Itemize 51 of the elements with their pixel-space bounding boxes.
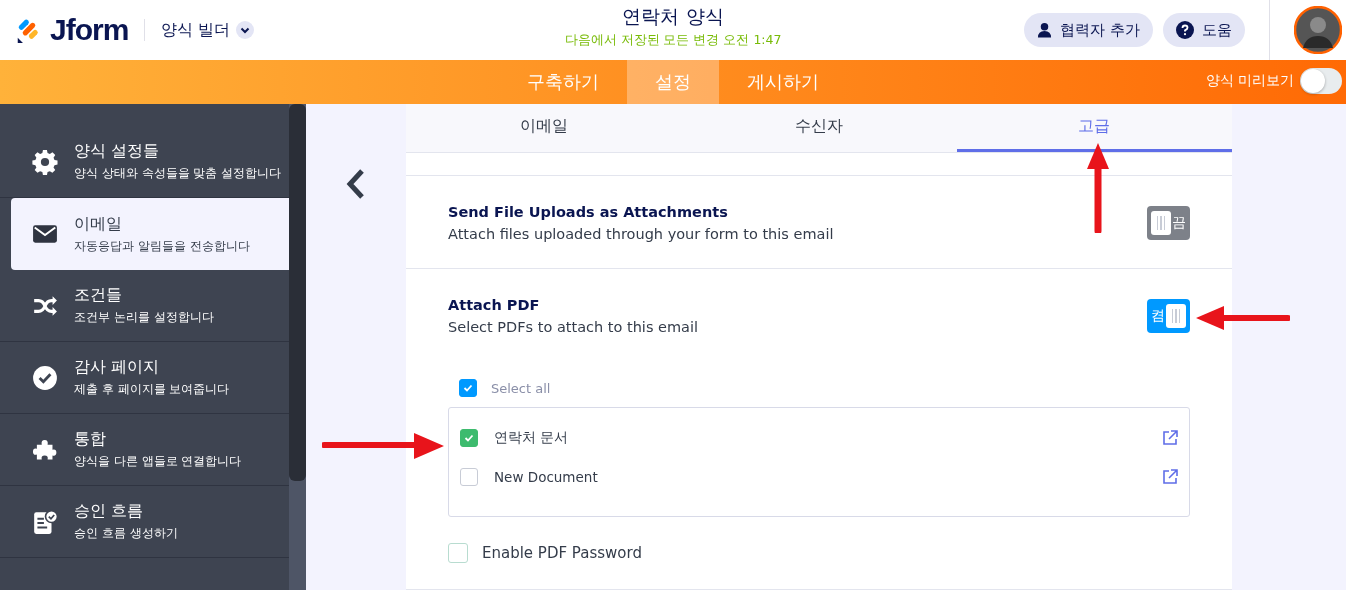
sidebar-item-title: 통합: [74, 429, 107, 450]
gear-icon: [32, 148, 58, 175]
help-button[interactable]: 도움: [1163, 13, 1245, 47]
builder-menu[interactable]: 양식 빌더: [161, 19, 255, 41]
document-check-icon: [32, 508, 58, 535]
email-tab[interactable]: 수신자: [681, 104, 957, 152]
preview-label: 양식 미리보기: [1205, 72, 1294, 90]
back-chevron-icon[interactable]: [346, 168, 366, 200]
sidebar-item-title: 이메일: [74, 213, 123, 235]
user-icon: [1037, 22, 1053, 38]
chevron-icon: [236, 21, 255, 39]
form-title: 연락처 양식: [622, 4, 724, 29]
document-name: New Document: [494, 468, 599, 485]
sidebar-item-subtitle: 조건부 논리를 설정합니다: [74, 309, 214, 326]
check-circle-icon: [32, 364, 58, 391]
email-tab[interactable]: 이메일: [406, 104, 682, 152]
checkbox[interactable]: [460, 467, 478, 486]
sidebar-item-title: 조건들: [74, 285, 123, 306]
sidebar-item[interactable]: 이메일 자동응답과 알림들을 전송합니다: [11, 198, 289, 270]
setting-description: Select PDFs to attach to this email: [448, 319, 699, 335]
save-status: 다음에서 저장된 모든 변경 오전 1:47: [564, 32, 782, 49]
select-all-label: Select all: [491, 380, 551, 396]
scrollbar-thumb[interactable]: [289, 104, 306, 481]
sidebar-item-subtitle: 승인 흐름 생성하기: [74, 525, 178, 542]
sidebar-item[interactable]: 감사 페이지 제출 후 페이지를 보여줍니다: [0, 342, 289, 414]
setting-title: Attach PDF: [448, 297, 541, 313]
sidebar-item-title: 감사 페이지: [74, 357, 161, 378]
external-link-icon[interactable]: [1161, 428, 1179, 447]
preview-toggle[interactable]: [1300, 68, 1342, 94]
checkbox[interactable]: [448, 543, 468, 563]
checkbox[interactable]: [459, 379, 477, 397]
external-link-icon[interactable]: [1161, 467, 1179, 486]
sidebar-item-subtitle: 제출 후 페이지를 보여줍니다: [74, 381, 230, 398]
sidebar-item-subtitle: 양식을 다른 앱들로 연결합니다: [74, 453, 242, 470]
sidebar-item-subtitle: 양식 상태와 속성들을 맞춤 설정합니다: [74, 165, 282, 182]
email-tab[interactable]: 고급: [956, 104, 1232, 152]
logo-text: Jform: [50, 13, 129, 47]
help-icon: [1176, 21, 1194, 39]
document-name: 연락처 문서: [494, 428, 570, 447]
sidebar-item[interactable]: 승인 흐름 승인 흐름 생성하기: [0, 486, 289, 558]
setting-title: Send File Uploads as Attachments: [448, 204, 729, 220]
sidebar-item-subtitle: 자동응답과 알림들을 전송합니다: [74, 237, 250, 255]
avatar[interactable]: [1294, 6, 1342, 54]
sidebar-item-title: 양식 설정들: [74, 141, 161, 162]
sidebar-item-title: 승인 흐름: [74, 501, 145, 522]
checkbox[interactable]: [460, 428, 478, 447]
setting-description: Attach files uploaded through your form to this email: [448, 226, 834, 242]
check-icon: [462, 382, 474, 394]
checkbox-label: Enable PDF Password: [482, 544, 642, 562]
add-collaborator-button[interactable]: 협력자 추가: [1024, 13, 1153, 47]
toggle-switch[interactable]: 끔: [1147, 206, 1190, 240]
